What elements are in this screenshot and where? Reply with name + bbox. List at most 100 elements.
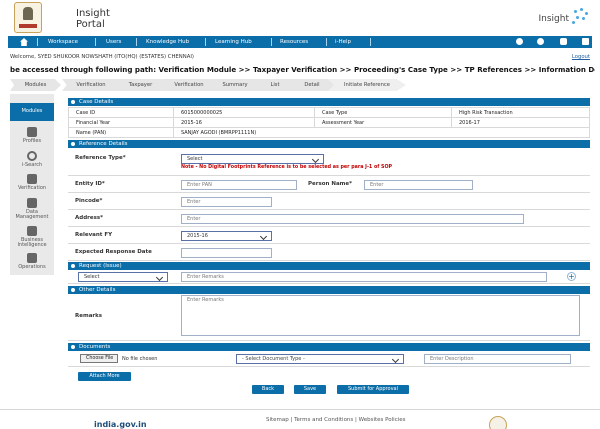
expected-response-row: Expected Response Date <box>68 244 590 261</box>
document-type-select[interactable]: - Select Document Type - <box>236 354 404 364</box>
breadcrumb-taxpayer[interactable]: Taxpayer <box>113 79 168 91</box>
home-icon[interactable] <box>20 38 28 46</box>
lock-icon[interactable] <box>582 38 589 45</box>
app-window: Insight Portal Insight Workspace Users K… <box>0 0 600 429</box>
settings-icon[interactable] <box>516 38 523 45</box>
expected-response-input[interactable] <box>181 248 272 258</box>
sidebar: Modules Profiles i-Search Verification D… <box>10 94 54 275</box>
main-navigation: Workspace Users Knowledge Hub Learning H… <box>8 36 592 48</box>
verification-icon <box>27 174 37 184</box>
portal-subtitle: Portal <box>76 19 105 30</box>
request-issue-header: Request (Issue) <box>68 262 590 270</box>
person-name-input[interactable]: Enter <box>364 180 473 190</box>
sidebar-item-verification[interactable]: Verification <box>10 170 54 196</box>
relevant-fy-select[interactable]: 2015-16 <box>181 231 272 241</box>
other-details-header: Other Details <box>68 286 590 294</box>
nav-resources[interactable]: Resources <box>280 39 308 45</box>
sidebar-modules: Modules <box>10 103 54 121</box>
back-button[interactable]: Back <box>252 385 284 394</box>
logout-link[interactable]: Logout <box>572 54 590 60</box>
financial-year-value: 2015-16 <box>174 118 315 128</box>
remarks-row: Remarks Enter Remarks <box>68 295 590 341</box>
relevant-fy-row: Relevant FY 2015-16 <box>68 227 590 244</box>
nav-users[interactable]: Users <box>106 39 121 45</box>
footer-links[interactable]: Sitemap | Terms and Conditions | Website… <box>266 417 406 423</box>
india-gov-badge[interactable]: india.gov.in <box>94 420 172 429</box>
no-file-chosen-text: No file chosen <box>122 356 158 362</box>
sidebar-item-label: Verification <box>17 185 47 191</box>
reference-type-label: Reference Type* <box>75 155 126 161</box>
breadcrumb-modules[interactable]: Modules <box>10 79 61 91</box>
pincode-label: Pincode* <box>75 198 103 204</box>
nav-i-help[interactable]: i-Help <box>335 39 351 45</box>
entity-row: Entity ID* Enter PAN Person Name* Enter <box>68 176 590 193</box>
request-issue-select[interactable]: Select <box>78 272 168 282</box>
breadcrumb-detail[interactable]: Detail <box>290 79 334 91</box>
case-id-value: 6015000000025 <box>174 108 315 118</box>
remarks-textarea[interactable]: Enter Remarks <box>181 295 580 336</box>
address-input[interactable]: Enter <box>181 214 524 224</box>
address-row: Address* Enter <box>68 210 590 227</box>
entity-id-input[interactable]: Enter PAN <box>181 180 297 190</box>
name-pan-value: SANJAY AGODI (BMRPP1111N) <box>174 128 589 138</box>
request-remarks-input[interactable]: Enter Remarks <box>181 272 547 282</box>
reference-type-row: Reference Type* Select Note - No Digital… <box>68 150 590 176</box>
case-details-table: Case ID 6015000000025 Case Type High Ris… <box>68 107 590 138</box>
sidebar-item-label: i-Search <box>21 162 43 168</box>
portal-brand: Insight Portal <box>76 8 110 30</box>
remarks-label: Remarks <box>75 313 103 319</box>
seal-logo-icon <box>489 416 507 429</box>
breadcrumb-summary[interactable]: Summary <box>210 79 260 91</box>
reference-type-select[interactable]: Select <box>181 154 324 164</box>
sidebar-item-profiles[interactable]: Profiles <box>10 123 54 149</box>
assessment-year-value: 2016-17 <box>452 118 589 128</box>
search-icon <box>27 151 37 161</box>
breadcrumb-list[interactable]: List <box>254 79 296 91</box>
reference-note: Note - No Digital Footprints Reference i… <box>181 165 393 170</box>
person-name-label: Person Name* <box>308 181 353 187</box>
expected-response-label: Expected Response Date <box>75 249 152 255</box>
breadcrumb-initiate-reference[interactable]: Initiate Reference <box>328 79 406 91</box>
nav-knowledge-hub[interactable]: Knowledge Hub <box>146 39 189 45</box>
add-request-icon[interactable]: + <box>567 272 576 281</box>
assessment-year-label: Assessment Year <box>315 118 452 128</box>
choose-file-button[interactable]: Choose File <box>80 354 118 363</box>
navigation-path-text: be accessed through following path: Veri… <box>10 65 595 74</box>
case-details-header: Case Details <box>68 98 590 106</box>
breadcrumb-verification[interactable]: Verification <box>62 79 120 91</box>
documents-row: Choose File No file chosen - Select Docu… <box>68 352 590 367</box>
relevant-fy-label: Relevant FY <box>75 232 113 238</box>
portal-title: Insight <box>76 8 110 19</box>
data-management-icon <box>27 198 37 208</box>
nav-learning-hub[interactable]: Learning Hub <box>215 39 252 45</box>
emblem-logo-icon <box>14 2 42 33</box>
case-id-label: Case ID <box>69 108 174 118</box>
case-type-label: Case Type <box>315 108 452 118</box>
footer: india.gov.in Sitemap | Terms and Conditi… <box>0 409 600 429</box>
operations-icon <box>27 253 37 263</box>
insight-dots-icon <box>572 8 590 26</box>
name-pan-label: Name (PAN) <box>69 128 174 138</box>
breadcrumb: Modules Verification Taxpayer Verificati… <box>10 79 415 91</box>
sidebar-item-operations[interactable]: Operations <box>10 249 54 275</box>
submit-for-approval-button[interactable]: Submit for Approval <box>337 385 409 394</box>
sidebar-item-label: Profiles <box>22 138 42 144</box>
nav-workspace[interactable]: Workspace <box>48 39 78 45</box>
pincode-row: Pincode* Enter <box>68 193 590 210</box>
cloud-icon[interactable] <box>537 38 544 45</box>
document-description-input[interactable]: Enter Description <box>424 354 571 364</box>
business-intelligence-icon <box>27 226 37 236</box>
profile-icon <box>27 127 37 137</box>
notification-icon[interactable] <box>560 38 567 45</box>
sidebar-item-label: Data Management <box>15 209 49 220</box>
sidebar-item-label: Operations <box>18 264 46 270</box>
breadcrumb-verification-2[interactable]: Verification <box>162 79 216 91</box>
entity-id-label: Entity ID* <box>75 181 105 187</box>
address-label: Address* <box>75 215 103 221</box>
attach-more-button[interactable]: Attach More <box>78 372 131 381</box>
top-header: Insight Portal Insight <box>0 0 600 34</box>
save-button[interactable]: Save <box>294 385 326 394</box>
documents-header: Documents <box>68 343 590 351</box>
request-issue-row: Select Enter Remarks + <box>68 271 590 284</box>
pincode-input[interactable]: Enter <box>181 197 272 207</box>
